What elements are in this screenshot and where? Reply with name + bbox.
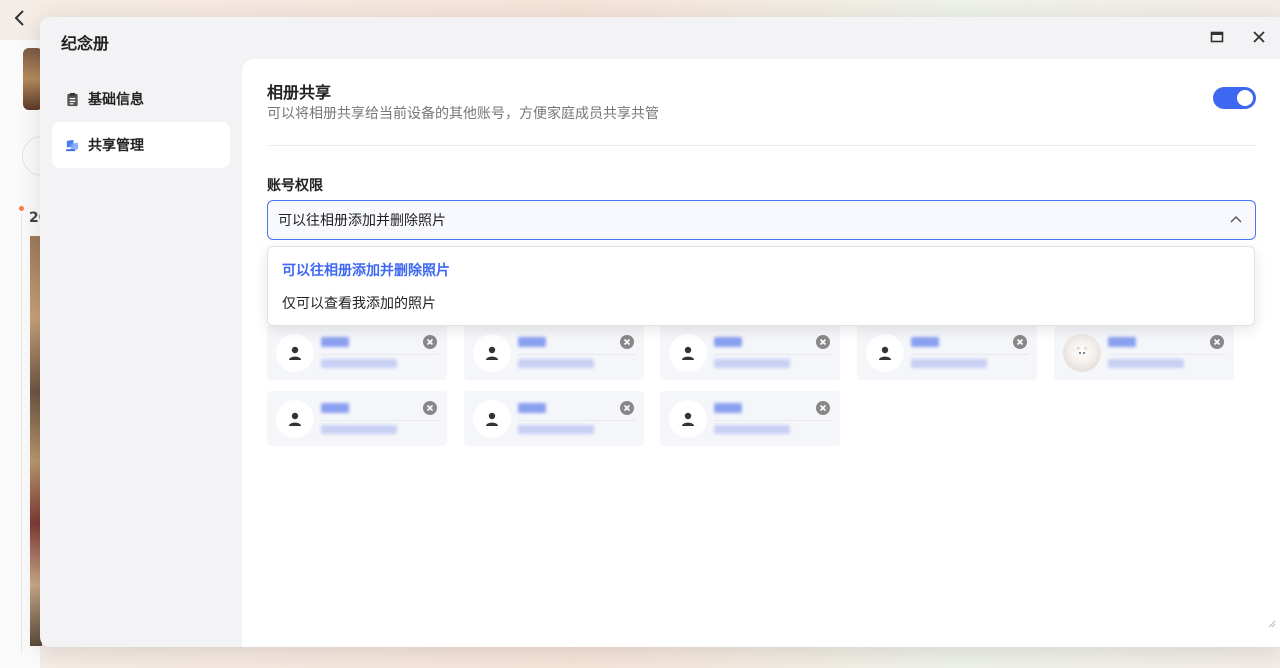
divider (321, 420, 439, 421)
remove-circle-icon (816, 401, 830, 415)
remove-member-button[interactable] (423, 334, 437, 349)
permission-option-view-only[interactable]: 仅可以查看我添加的照片 (268, 286, 1254, 319)
share-toggle[interactable] (1213, 87, 1256, 109)
permission-select[interactable]: 可以往相册添加并删除照片 (267, 200, 1256, 240)
divider (267, 145, 1256, 146)
divider (714, 354, 832, 355)
divider (518, 354, 636, 355)
member-name-redacted (714, 403, 742, 413)
permission-option-add-delete[interactable]: 可以往相册添加并删除照片 (268, 253, 1254, 286)
clipboard-icon (64, 91, 80, 107)
user-avatar-icon (473, 334, 511, 372)
member-card (267, 391, 447, 446)
member-card (1054, 325, 1234, 380)
share-management-panel: 相册共享 可以将相册共享给当前设备的其他账号，方便家庭成员共享共管 账号权限 可… (242, 59, 1280, 647)
remove-member-button[interactable] (816, 334, 830, 349)
remove-circle-icon (620, 335, 634, 349)
member-account-redacted (518, 359, 594, 368)
member-card (267, 325, 447, 380)
member-name-redacted (911, 337, 939, 347)
close-button[interactable] (1249, 27, 1269, 47)
member-account-redacted (714, 425, 790, 434)
member-card (464, 391, 644, 446)
remove-circle-icon (620, 401, 634, 415)
user-avatar-icon (669, 400, 707, 438)
cat-avatar-icon (1063, 334, 1101, 372)
user-avatar-icon (473, 400, 511, 438)
share-section-title: 相册共享 (267, 83, 332, 102)
share-section-description: 可以将相册共享给当前设备的其他账号，方便家庭成员共享共管 (267, 106, 659, 122)
back-arrow-icon[interactable] (10, 8, 34, 32)
divider (714, 420, 832, 421)
permission-dropdown-menu: 可以往相册添加并删除照片 仅可以查看我添加的照片 (267, 246, 1255, 326)
remove-circle-icon (1013, 335, 1027, 349)
member-account-redacted (1108, 359, 1184, 368)
timeline-dot (19, 206, 24, 211)
divider (911, 354, 1029, 355)
user-avatar-icon (276, 334, 314, 372)
member-account-redacted (911, 359, 987, 368)
remove-member-button[interactable] (423, 400, 437, 415)
member-account-redacted (321, 425, 397, 434)
member-card (857, 325, 1037, 380)
settings-sidebar: 基础信息 共享管理 (52, 76, 230, 168)
chevron-up-icon (1230, 216, 1242, 223)
remove-circle-icon (816, 335, 830, 349)
remove-circle-icon (423, 335, 437, 349)
divider (1108, 354, 1226, 355)
user-avatar-icon (669, 334, 707, 372)
timeline-line (21, 214, 22, 654)
maximize-icon (1210, 31, 1224, 43)
sidebar-item-label: 基础信息 (88, 92, 144, 108)
remove-member-button[interactable] (1013, 334, 1027, 349)
remove-circle-icon (1210, 335, 1224, 349)
member-card (464, 325, 644, 380)
member-name-redacted (518, 403, 546, 413)
member-name-redacted (1108, 337, 1136, 347)
remove-member-button[interactable] (620, 400, 634, 415)
remove-member-button[interactable] (620, 334, 634, 349)
member-name-redacted (518, 337, 546, 347)
album-settings-dialog: 纪念册 基础信息 共享管理 相册共享 可以将相册共享给当前设备的其他账号，方便家… (40, 17, 1280, 647)
sidebar-item-share-management[interactable]: 共享管理 (52, 122, 230, 168)
remove-member-button[interactable] (1210, 334, 1224, 349)
user-avatar-icon (866, 334, 904, 372)
divider (321, 354, 439, 355)
member-name-redacted (321, 403, 349, 413)
member-account-redacted (714, 359, 790, 368)
member-name-redacted (714, 337, 742, 347)
sidebar-item-label: 共享管理 (88, 138, 144, 154)
member-card (660, 391, 840, 446)
user-avatar-icon (276, 400, 314, 438)
remove-circle-icon (423, 401, 437, 415)
resize-handle-icon[interactable] (1266, 613, 1276, 628)
member-account-redacted (321, 359, 397, 368)
toggle-knob (1237, 90, 1253, 106)
maximize-button[interactable] (1207, 27, 1227, 47)
member-name-redacted (321, 337, 349, 347)
share-users-icon (64, 137, 80, 153)
close-icon (1253, 31, 1265, 43)
dialog-title: 纪念册 (61, 34, 110, 53)
sidebar-item-basic-info[interactable]: 基础信息 (52, 76, 230, 122)
divider (518, 420, 636, 421)
permission-label: 账号权限 (267, 178, 323, 194)
remove-member-button[interactable] (816, 400, 830, 415)
member-card (660, 325, 840, 380)
member-account-redacted (518, 425, 594, 434)
permission-select-value: 可以往相册添加并删除照片 (278, 213, 446, 229)
